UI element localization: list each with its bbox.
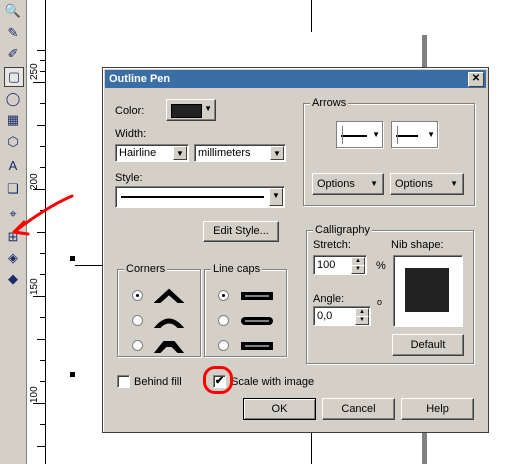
text-tool-icon[interactable]: A — [4, 156, 22, 174]
dropdown-arrow-icon: ▼ — [372, 130, 380, 139]
units-value: millimeters — [198, 147, 251, 159]
units-select[interactable]: millimeters ▼ — [194, 144, 286, 162]
linecap-round-radio[interactable] — [218, 315, 229, 326]
page-border-line — [311, 432, 312, 464]
rectangle-tool-icon[interactable]: ▢ — [4, 67, 24, 87]
ellipse-tool-icon[interactable]: ◯ — [4, 90, 22, 108]
color-swatch — [171, 104, 202, 118]
separator — [342, 126, 343, 144]
selection-line — [75, 265, 102, 266]
separator — [397, 126, 398, 144]
edit-style-button[interactable]: Edit Style... — [203, 221, 279, 242]
corner-bevel-radio[interactable] — [132, 340, 143, 351]
ruler-label: 150 — [29, 278, 40, 295]
dropdown-arrow-icon[interactable]: ▼ — [269, 188, 283, 206]
default-button[interactable]: Default — [392, 334, 464, 356]
end-arrow-select[interactable]: ▼ — [391, 121, 439, 149]
behind-fill-checkbox[interactable] — [117, 375, 130, 388]
start-arrow-select[interactable]: ▼ — [336, 121, 384, 149]
ruler-label: 100 — [29, 386, 40, 403]
dropdown-arrow-icon[interactable]: ▼ — [270, 146, 284, 160]
corners-title: Corners — [124, 263, 168, 275]
arrow-line-preview — [396, 135, 418, 137]
width-select[interactable]: Hairline ▼ — [115, 144, 189, 162]
linecap-square-radio[interactable] — [218, 340, 229, 351]
ruler-label: 250 — [29, 63, 40, 80]
angle-value: 0,0 — [317, 310, 333, 322]
outline-pen-dialog: Outline Pen ✕ Color: ▼ Width: Hairline ▼… — [102, 67, 489, 433]
ok-button[interactable]: OK — [243, 398, 316, 420]
stretch-input[interactable]: 100 ▲ ▼ — [313, 255, 367, 275]
nib-shape-label: Nib shape: — [391, 239, 444, 251]
scale-with-image-label: Scale with image — [231, 376, 315, 388]
linecap-butt-radio[interactable] — [218, 290, 229, 301]
line-cap-shapes-icon — [241, 292, 273, 350]
line-style-preview — [121, 196, 264, 198]
stretch-label: Stretch: — [313, 239, 351, 251]
graph-paper-tool-icon[interactable]: ▦ — [4, 111, 22, 129]
basic-shapes-tool-icon[interactable]: ⬡ — [4, 133, 22, 151]
page-shadow — [422, 432, 427, 464]
behind-fill-label: Behind fill — [134, 376, 182, 388]
corner-miter-radio[interactable] — [132, 290, 143, 301]
options-label: Options — [317, 178, 355, 190]
cancel-button[interactable]: Cancel — [322, 398, 395, 420]
dropdown-arrow-icon: ▼ — [370, 179, 378, 188]
arrows-group: Arrows ▼ ▼ Options ▼ Options ▼ — [303, 97, 475, 206]
width-label: Width: — [115, 128, 147, 140]
page-shadow — [422, 35, 427, 67]
color-picker-button[interactable]: ▼ — [166, 99, 216, 121]
stretch-unit: % — [376, 260, 386, 272]
ruler-label: 200 — [29, 173, 40, 190]
angle-unit: o — [377, 297, 383, 307]
corner-shapes-icon — [154, 288, 184, 353]
corner-round-radio[interactable] — [132, 315, 143, 326]
red-arrow-annotation — [12, 194, 74, 236]
stretch-value: 100 — [317, 259, 336, 271]
selection-handle[interactable] — [70, 256, 75, 261]
selection-handle[interactable] — [70, 372, 75, 377]
nib-shape-preview[interactable] — [393, 255, 463, 327]
arrow-options-right-button[interactable]: Options ▼ — [390, 173, 464, 195]
page-border-line — [311, 0, 312, 32]
interactive-fill-tool-icon[interactable]: ◆ — [4, 270, 22, 288]
nib-shape-square — [405, 268, 449, 312]
dialog-title: Outline Pen — [109, 73, 171, 85]
angle-input[interactable]: 0,0 ▲ ▼ — [313, 306, 371, 326]
line-caps-group: Line caps — [204, 263, 287, 357]
dropdown-arrow-icon: ▼ — [427, 130, 435, 139]
style-label: Style: — [115, 172, 143, 184]
arrow-options-left-button[interactable]: Options ▼ — [312, 173, 384, 195]
color-label: Color: — [115, 105, 145, 117]
zoom-tool-icon[interactable]: 🔍 — [4, 2, 22, 20]
spin-down-icon[interactable]: ▼ — [351, 265, 365, 274]
style-select[interactable]: ▼ — [115, 186, 285, 208]
smart-fill-tool-icon[interactable]: ✐ — [4, 45, 22, 63]
options-label: Options — [395, 178, 433, 190]
angle-label: Angle: — [313, 293, 345, 305]
fill-tool-icon[interactable]: ◈ — [4, 249, 22, 267]
calligraphy-group: Calligraphy Stretch: 100 ▲ ▼ % Angle: 0,… — [306, 224, 474, 364]
close-button[interactable]: ✕ — [468, 72, 484, 87]
red-circle-annotation — [203, 366, 233, 394]
arrow-line-preview — [341, 135, 367, 137]
spin-down-icon[interactable]: ▼ — [355, 316, 369, 325]
width-value: Hairline — [119, 147, 157, 159]
dropdown-arrow-icon: ▼ — [204, 104, 212, 113]
line-caps-title: Line caps — [211, 263, 263, 275]
help-button[interactable]: Help — [401, 398, 474, 420]
calligraphy-title: Calligraphy — [313, 224, 373, 236]
dropdown-arrow-icon: ▼ — [450, 179, 458, 188]
arrows-title: Arrows — [310, 97, 349, 109]
freehand-tool-icon[interactable]: ✎ — [4, 24, 22, 42]
dropdown-arrow-icon[interactable]: ▼ — [173, 146, 187, 160]
dialog-titlebar: Outline Pen ✕ — [105, 70, 486, 88]
corners-group: Corners — [117, 263, 201, 357]
